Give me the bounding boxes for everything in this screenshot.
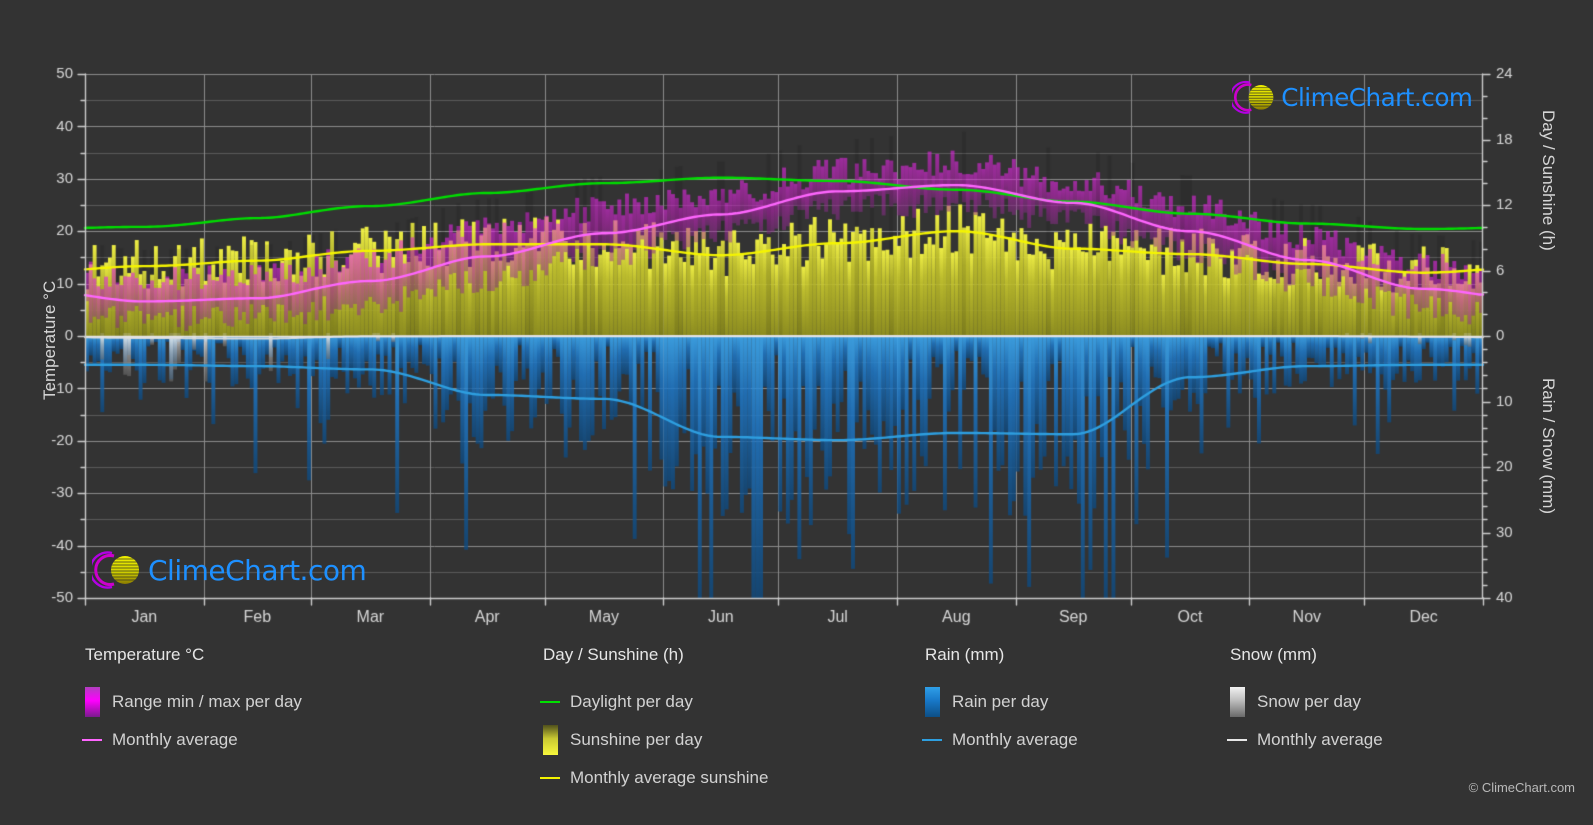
legend-item-label: Monthly average — [1257, 730, 1383, 749]
legend-swatch-icon — [925, 687, 940, 717]
legend-item[interactable]: Snow per day — [1230, 683, 1383, 721]
legend-item-label: Daylight per day — [570, 692, 693, 711]
legend-swatch-icon — [1230, 687, 1245, 717]
legend-heading: Snow (mm) — [1230, 645, 1317, 664]
legend-line-icon-wrap — [1227, 739, 1247, 741]
legend-item[interactable]: Monthly average sunshine — [540, 759, 769, 797]
legend-item-label: Sunshine per day — [570, 730, 703, 749]
legend-line-icon-wrap — [540, 777, 560, 779]
legend-column-2: Day / Sunshine (h) Daylight per day Sunshi… — [540, 645, 769, 797]
legend-line-icon — [540, 701, 560, 703]
legend-item[interactable]: Monthly average — [1227, 721, 1383, 759]
legend-item-label: Range min / max per day — [112, 692, 302, 711]
legend-item[interactable]: Monthly average — [922, 721, 1078, 759]
legend-line-icon — [540, 777, 560, 779]
legend-item-label: Monthly average sunshine — [570, 768, 769, 787]
legend-item[interactable]: Sunshine per day — [543, 721, 768, 759]
climate-plot-canvas — [0, 0, 1593, 645]
legend-line-icon — [922, 739, 942, 741]
legend-item-label: Rain per day — [952, 692, 1049, 711]
legend-line-icon-wrap — [540, 701, 560, 703]
legend-swatch-icon — [543, 725, 558, 755]
right-axis-bottom-title: Rain / Snow (mm) — [1539, 378, 1558, 515]
legend-item-label: Snow per day — [1257, 692, 1361, 711]
legend-column-1: Temperature °C Range min / max per day Mon… — [82, 645, 302, 759]
legend-item[interactable]: Daylight per day — [540, 683, 768, 721]
legend-heading: Rain (mm) — [925, 645, 1005, 664]
legend-line-icon-wrap — [922, 739, 942, 741]
legend-item[interactable]: Monthly average — [82, 721, 302, 759]
chart-legend: Temperature °C Range min / max per day Mon… — [0, 645, 1593, 825]
legend-line-icon-wrap — [82, 739, 102, 741]
legend-item-label: Monthly average — [952, 730, 1078, 749]
climate-chart-page: Climate Chart for Fukuoka Latitude 33.56… — [0, 0, 1593, 825]
legend-item[interactable]: Range min / max per day — [85, 683, 302, 721]
legend-line-icon — [1227, 739, 1247, 741]
left-axis-title: Temperature °C — [40, 280, 59, 400]
legend-item-label: Monthly average — [112, 730, 238, 749]
right-axis-top-title: Day / Sunshine (h) — [1539, 110, 1558, 251]
legend-column-4: Snow (mm) Snow per day Monthly average — [1227, 645, 1383, 759]
legend-item[interactable]: Rain per day — [925, 683, 1078, 721]
legend-swatch-icon — [85, 687, 100, 717]
legend-line-icon — [82, 739, 102, 741]
copyright-notice: © ClimeChart.com — [1468, 780, 1575, 795]
legend-column-3: Rain (mm) Rain per day Monthly average — [922, 645, 1078, 759]
legend-heading: Day / Sunshine (h) — [543, 645, 684, 664]
legend-heading: Temperature °C — [85, 645, 205, 664]
